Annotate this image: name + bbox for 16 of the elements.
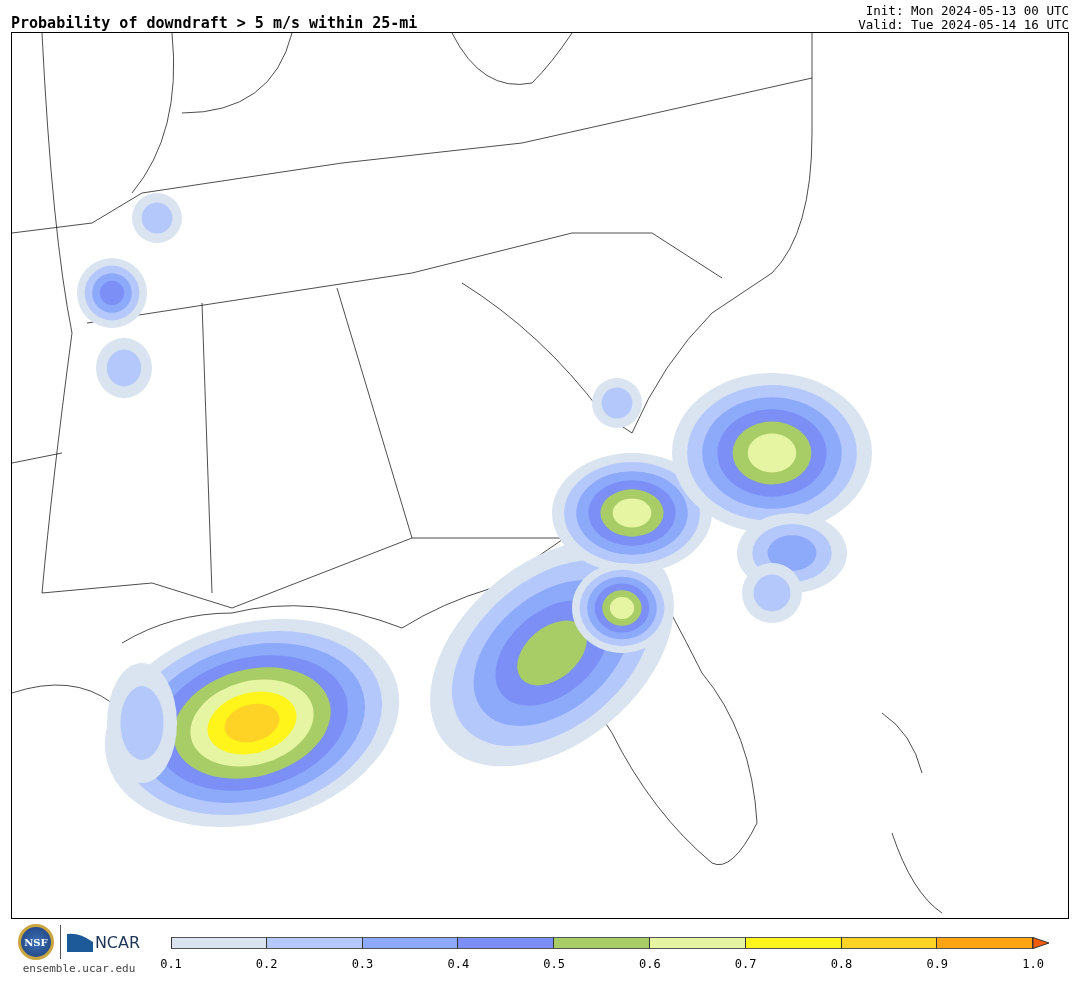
scale-label: 0.4 <box>446 957 471 971</box>
init-time: Init: Mon 2024-05-13 00 UTC <box>865 4 1069 18</box>
chart-title: Probability of downdraft > 5 m/s within 25-mi <box>11 14 418 32</box>
scale-label: 0.3 <box>350 957 375 971</box>
scale-label: 0.1 <box>159 957 183 971</box>
scale-label: 0.9 <box>925 957 950 971</box>
scale-label: 1.0 <box>1021 957 1045 971</box>
nsf-logo: NSF <box>17 924 54 960</box>
scale-label: 0.8 <box>829 957 854 971</box>
scale-label: 0.5 <box>542 957 566 971</box>
site-url: ensemble.ucar.edu <box>22 962 136 975</box>
valid-time: Valid: Tue 2024-05-14 16 UTC <box>858 18 1069 32</box>
scale-label: 0.2 <box>254 957 279 971</box>
scale-label: 0.7 <box>733 957 758 971</box>
ncar-logo: NCAR <box>66 932 141 952</box>
scale-label: 0.6 <box>638 957 662 971</box>
